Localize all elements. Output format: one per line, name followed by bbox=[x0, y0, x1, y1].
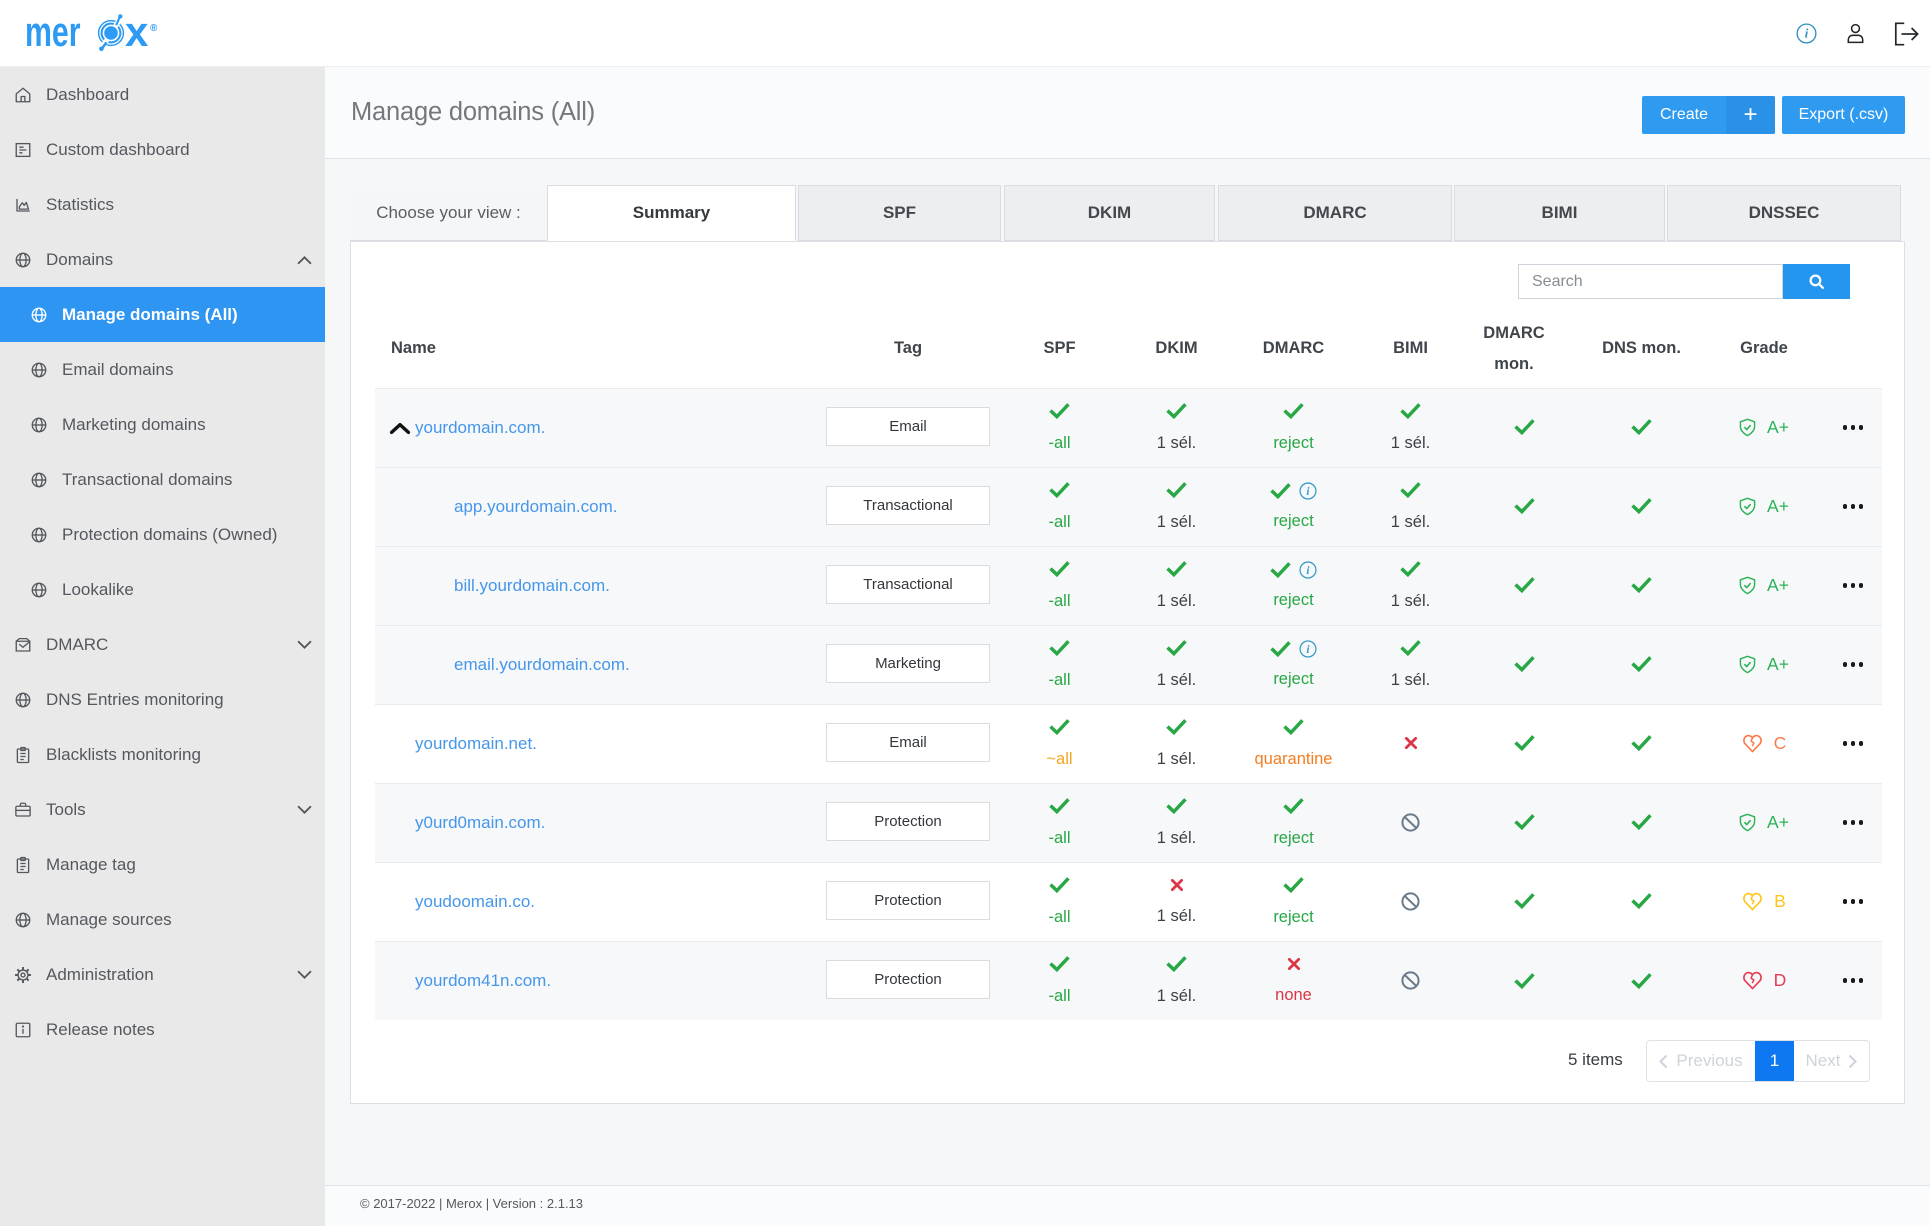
svg-text:i: i bbox=[1306, 644, 1310, 656]
svg-text:i: i bbox=[1306, 486, 1310, 498]
svg-text:i: i bbox=[1306, 565, 1310, 577]
svg-text:i: i bbox=[1805, 27, 1809, 41]
